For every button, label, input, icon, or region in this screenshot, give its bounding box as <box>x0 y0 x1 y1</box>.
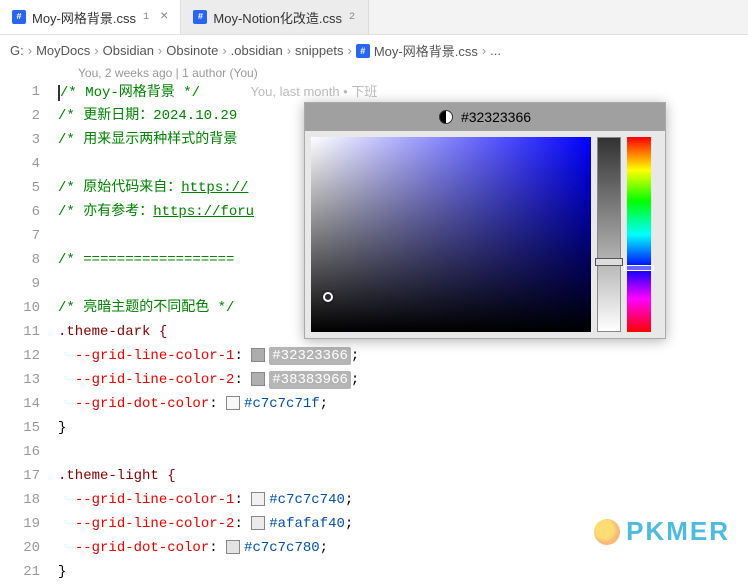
chevron-right-icon: › <box>482 43 486 58</box>
color-swatch[interactable] <box>251 372 265 386</box>
close-icon[interactable]: × <box>160 9 168 25</box>
crumb[interactable]: Obsinote <box>166 43 218 58</box>
color-value[interactable]: #32323366 <box>269 347 351 365</box>
code-text: /* 亦有参考： <box>58 204 153 220</box>
tab-label: Moy-网格背景.css <box>32 8 136 27</box>
color-picker-hex[interactable]: #32323366 <box>461 109 531 125</box>
css-icon: # <box>356 44 370 58</box>
modified-indicator: 1 <box>142 13 150 21</box>
hue-thumb[interactable] <box>624 265 654 271</box>
watermark-text: PKMER <box>626 516 730 547</box>
code-text: /* 原始代码来自： <box>58 180 181 196</box>
code-text: .theme-light { <box>58 468 176 484</box>
code-text: .theme-dark { <box>58 324 167 340</box>
chevron-right-icon: › <box>347 43 351 58</box>
color-swatch[interactable] <box>226 396 240 410</box>
color-swatch[interactable] <box>251 492 265 506</box>
css-icon: # <box>193 10 207 24</box>
crumb[interactable]: ... <box>490 43 501 58</box>
color-value[interactable]: #38383966 <box>269 371 351 389</box>
inline-blame: You, last month • 下班 <box>250 84 377 99</box>
color-value[interactable]: #c7c7c71f <box>244 396 320 412</box>
chevron-right-icon: › <box>94 43 98 58</box>
link-text[interactable]: https:// <box>181 180 248 196</box>
crumb[interactable]: Obsidian <box>103 43 154 58</box>
crumb[interactable]: MoyDocs <box>36 43 90 58</box>
color-picker-popup[interactable]: #32323366 <box>304 102 666 339</box>
color-value[interactable]: #c7c7c740 <box>269 492 345 508</box>
css-icon: # <box>12 10 26 24</box>
tab-label: Moy-Notion化改造.css <box>213 8 342 27</box>
git-blame-annotation: You, 2 weeks ago | 1 author (You) <box>0 66 748 80</box>
chevron-right-icon: › <box>28 43 32 58</box>
alpha-thumb[interactable] <box>595 258 623 266</box>
tab-file-1[interactable]: # Moy-网格背景.css 1 × <box>0 0 181 34</box>
crumb[interactable]: G: <box>10 43 24 58</box>
color-swatch[interactable] <box>251 516 265 530</box>
link-text[interactable]: https://foru <box>153 204 254 220</box>
line-numbers: 123456789101112131415161718192021 <box>0 80 58 584</box>
tab-bar: # Moy-网格背景.css 1 × # Moy-Notion化改造.css 2 <box>0 0 748 35</box>
hue-slider[interactable] <box>627 137 651 332</box>
crumb[interactable]: snippets <box>295 43 343 58</box>
alpha-slider[interactable] <box>597 137 621 332</box>
color-value[interactable]: #c7c7c780 <box>244 540 320 556</box>
sv-cursor[interactable] <box>323 292 333 302</box>
code-text: --grid-dot-color <box>75 396 209 412</box>
modified-indicator: 2 <box>348 13 356 21</box>
code-text: } <box>58 560 748 584</box>
code-text: --grid-line-color-2 <box>75 372 235 388</box>
chevron-right-icon: › <box>158 43 162 58</box>
crumb[interactable]: .obsidian <box>231 43 283 58</box>
code-text: /* Moy-网格背景 */ <box>60 85 200 101</box>
code-text: --grid-line-color-2 <box>75 516 235 532</box>
chevron-right-icon: › <box>222 43 226 58</box>
code-text: } <box>58 416 748 440</box>
color-value[interactable]: #afafaf40 <box>269 516 345 532</box>
contrast-icon <box>439 110 453 124</box>
watermark: PKMER <box>594 516 730 547</box>
code-text: --grid-line-color-1 <box>75 492 235 508</box>
code-text: --grid-line-color-1 <box>75 348 235 364</box>
breadcrumb: G: › MoyDocs › Obsidian › Obsinote › .obsidi… <box>0 35 748 66</box>
saturation-value-field[interactable] <box>311 137 591 332</box>
chevron-right-icon: › <box>287 43 291 58</box>
color-swatch[interactable] <box>226 540 240 554</box>
code-text: --grid-dot-color <box>75 540 209 556</box>
tab-file-2[interactable]: # Moy-Notion化改造.css 2 <box>181 0 369 34</box>
crumb[interactable]: Moy-网格背景.css <box>374 41 478 60</box>
watermark-icon <box>594 519 620 545</box>
color-swatch[interactable] <box>251 348 265 362</box>
color-picker-header: #32323366 <box>305 103 665 131</box>
